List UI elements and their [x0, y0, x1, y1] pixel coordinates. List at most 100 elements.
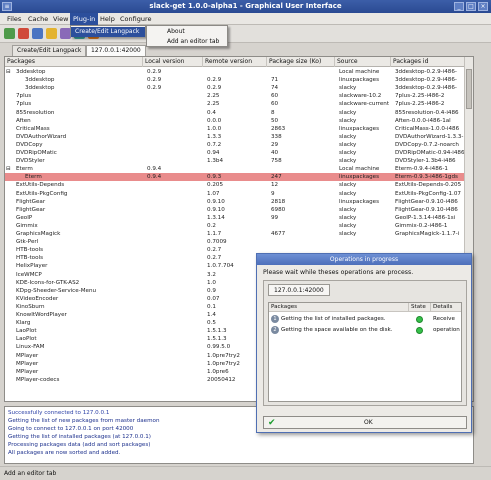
menu-plugin[interactable]: Plug-in — [70, 13, 99, 25]
table-row[interactable]: CriticalMass 1.0.0 2863 linuxpackages Critic… — [5, 125, 473, 133]
table-row-selected[interactable]: Eterm 0.9.4 0.9.3 247 linuxpackages Eterm-0.9… — [5, 173, 473, 182]
cell-local — [147, 206, 203, 214]
dialog-tab-server[interactable]: 127.0.0.1:42000 — [268, 284, 330, 296]
close-icon[interactable]: × — [478, 2, 488, 11]
menuitem-create-edit-langpack[interactable]: Create/Edit Langpack — [71, 27, 145, 37]
cell-name: 3ddesktop — [16, 69, 46, 75]
table-row[interactable]: 3ddesktop 0.2.9 0.2.9 74 slacky 3ddesktop-0.2… — [5, 84, 473, 92]
disconnect-icon[interactable] — [18, 28, 29, 39]
table-row[interactable]: 7plus 2.25 60 slackware-10.2 7plus-2.25-i486… — [5, 92, 473, 100]
table-row[interactable]: ⊟ 3ddesktop 0.2.9 Local machine 3ddesktop-0.… — [5, 68, 473, 76]
cell-size: 247 — [271, 174, 282, 181]
status-text: Add an editor tab — [4, 470, 57, 477]
table-row[interactable]: FlightGear 0.9.10 6980 slacky FlightGear-0.9… — [5, 206, 473, 214]
cell-name: ExtUtils-Depends — [16, 182, 65, 189]
op-col-state[interactable]: State — [409, 303, 431, 312]
col-remote-version[interactable]: Remote version — [203, 57, 267, 67]
cell-name: HelixPlayer — [16, 263, 48, 270]
cell-size: 60 — [271, 93, 279, 100]
cell-source — [339, 238, 391, 246]
cell-remote: 0.2.9 — [207, 85, 222, 92]
table-row[interactable]: Gtk-Perl 0.7009 — [5, 238, 473, 246]
operation-text: Getting the space available on the disk. — [281, 327, 393, 333]
table-row[interactable]: 7plus 2.25 60 slackware-current 7plus-2.25-i… — [5, 100, 473, 108]
window-menu-icon[interactable]: ≡ — [2, 2, 12, 11]
table-row[interactable]: Aften 0.0.0 50 slacky Aften-0.0.0-i486-1al — [5, 117, 473, 125]
table-row[interactable]: GraphicsMagick 1.1.7 4677 slacky GraphicsMag… — [5, 230, 473, 238]
cell-local — [147, 181, 203, 189]
cell-size: 12 — [271, 182, 279, 189]
cell-size — [271, 165, 335, 173]
cell-name: DVDAuthorWizard — [16, 133, 67, 140]
table-row[interactable]: FlightGear 0.9.10 2818 linuxpackages FlightG… — [5, 198, 473, 206]
cell-size — [271, 68, 335, 76]
col-source[interactable]: Source — [335, 57, 391, 67]
cell-id: ExtUtils-Depends-0.205 — [395, 182, 462, 189]
menu-view[interactable]: View — [50, 13, 71, 25]
table-row[interactable]: ExtUtils-Depends 0.205 12 slacky ExtUtils-De… — [5, 181, 473, 189]
table-row[interactable]: DVDRipOMatic 0.94 40 slacky DVDRipOMatic-0.9… — [5, 149, 473, 157]
window-titlebar: slack-get 1.0.0-alpha1 - Graphical User … — [0, 0, 491, 13]
connect-icon[interactable] — [4, 28, 15, 39]
tab-server[interactable]: 127.0.0.1:42000 — [86, 45, 146, 56]
expander-icon[interactable]: ⊟ — [6, 68, 14, 76]
menu-cache[interactable]: Cache — [25, 13, 51, 25]
cell-local — [147, 246, 203, 254]
cell-id: DVDRipOMatic-0.94-i486 — [395, 150, 465, 156]
menuitem-about[interactable]: About — [147, 27, 227, 37]
table-row[interactable]: DVDCopy 0.7.2 29 slacky DVDCopy-0.7.2-noarch — [5, 141, 473, 149]
minimize-icon[interactable]: _ — [454, 2, 464, 11]
cell-size: 71 — [271, 77, 279, 84]
cell-local: 0.9.4 — [147, 174, 162, 181]
cell-name: Eterm — [25, 174, 42, 181]
cell-size — [271, 238, 335, 246]
cell-name: Gtk-Perl — [16, 239, 39, 246]
col-local-version[interactable]: Local version — [143, 57, 203, 67]
cell-name: KnowItWordPlayer — [16, 312, 67, 318]
cell-id: CriticalMass-1.0.0-i486 — [395, 125, 460, 132]
cell-source: slacky — [339, 158, 357, 165]
scroll-thumb[interactable] — [466, 69, 472, 109]
install-icon[interactable] — [46, 28, 57, 39]
maximize-icon[interactable]: □ — [466, 2, 476, 11]
table-row[interactable]: GeoIP 1.3.14 99 slacky GeoIP-1.3.14-i486-1si — [5, 214, 473, 222]
table-row[interactable]: 855resolution 0.4 8 slacky 855resolution-0.4… — [5, 109, 473, 117]
menu-files[interactable]: Files — [4, 13, 24, 25]
table-row[interactable]: ⊟ Eterm 0.9.4 Local machine Eterm-0.9.4-i486… — [5, 165, 473, 173]
menuitem-add-editor-tab[interactable]: Add an editor tab — [147, 37, 227, 47]
cell-local — [147, 222, 203, 230]
refresh-icon[interactable] — [32, 28, 43, 39]
cell-size: 8 — [271, 109, 275, 116]
cell-name: Eterm — [16, 166, 33, 173]
cell-remote: 1.0.0 — [207, 125, 222, 132]
cell-id: 3ddesktop-0.2.9-i486- — [395, 77, 457, 84]
expander-icon[interactable]: ⊟ — [6, 165, 14, 173]
cell-name: Aften — [16, 117, 31, 124]
col-packages-id[interactable]: Packages id — [391, 57, 466, 67]
table-row[interactable]: DVDAuthorWizard 1.3.3 338 slacky DVDAuthorWi… — [5, 133, 473, 141]
cell-name: FlightGear — [16, 206, 46, 213]
cell-name: LaoPlot — [16, 328, 37, 335]
cell-local — [147, 238, 203, 246]
op-col-details[interactable]: Details — [431, 303, 461, 312]
checkmark-icon: ✔ — [268, 418, 276, 428]
table-row[interactable]: 3ddesktop 0.2.9 0.2.9 71 linuxpackages 3ddesk… — [5, 76, 473, 84]
tab-create-edit-langpack[interactable]: Create/Edit Langpack — [12, 45, 87, 56]
menu-help[interactable]: Help — [97, 13, 118, 25]
cell-local — [147, 376, 203, 384]
cell-local — [147, 141, 203, 149]
cell-local — [147, 287, 203, 295]
col-packages[interactable]: Packages — [5, 57, 143, 67]
col-package-size[interactable]: Package size (Ko) — [267, 57, 335, 67]
cell-source: slacky — [339, 231, 357, 237]
state-ok-icon — [416, 316, 423, 323]
cell-local — [147, 343, 203, 351]
cell-source: linuxpackages — [339, 198, 380, 205]
ok-button[interactable]: ✔ OK — [263, 416, 467, 429]
table-row[interactable]: Gimmix 0.2 slacky Gimmix-0.2-i486-1 — [5, 222, 473, 230]
table-row[interactable]: DVDStyler 1.3b4 758 slacky DVDStyler-1.3b4-i… — [5, 157, 473, 165]
menu-configure[interactable]: Configure — [117, 13, 155, 25]
table-row[interactable]: ExtUtils-PkgConfig 1.07 9 slacky ExtUtils-Pk… — [5, 190, 473, 198]
op-col-packages[interactable]: Packages — [269, 303, 409, 312]
cell-local — [147, 271, 203, 279]
